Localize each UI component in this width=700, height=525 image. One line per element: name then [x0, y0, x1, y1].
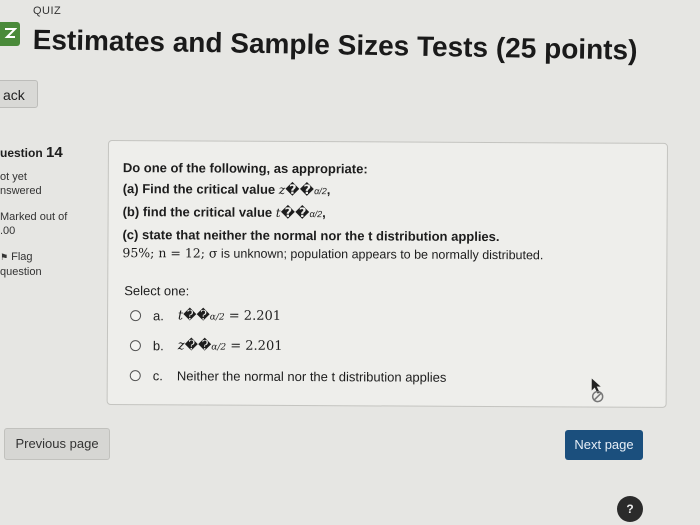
mouse-cursor-icon	[591, 378, 604, 403]
page-header: QUIZ Estimates and Sample Sizes Tests (2…	[0, 0, 700, 70]
question-card: Do one of the following, as appropriate:…	[106, 140, 668, 408]
radio-option-a[interactable]	[130, 310, 142, 322]
page-title: Estimates and Sample Sizes Tests (25 poi…	[32, 24, 638, 66]
previous-page-button[interactable]: Previous page	[4, 428, 110, 460]
prompt-intro: Do one of the following, as appropriate:	[122, 160, 368, 177]
question-condition: 95%; n = 12; σ is unknown; population ap…	[122, 245, 544, 263]
select-one-label: Select one:	[124, 283, 190, 299]
prompt-part-a: (a) Find the critical value z��α/2,	[122, 181, 331, 198]
option-b[interactable]: b. z��α/2 = 2.201	[129, 338, 283, 354]
flag-question-link[interactable]: ⚑ Flag question	[0, 250, 60, 280]
prompt-part-c: (c) state that neither the normal nor th…	[122, 227, 500, 245]
radio-option-b[interactable]	[129, 340, 141, 352]
question-prompt: Do one of the following, as appropriate:…	[122, 157, 500, 247]
flag-icon: ⚑	[0, 252, 9, 262]
back-button[interactable]: ack	[0, 80, 38, 108]
option-c[interactable]: c. Neither the normal nor the t distribu…	[129, 368, 447, 385]
radio-option-c[interactable]	[129, 370, 141, 382]
next-page-button[interactable]: Next page	[565, 430, 643, 460]
question-number: uestion 14	[0, 144, 63, 161]
checkmark-icon	[4, 28, 17, 38]
quiz-badge	[0, 22, 20, 46]
question-marks: Marked out of .00	[0, 211, 68, 237]
question-status: ot yet nswered	[0, 171, 42, 197]
prompt-part-b: (b) find the critical value t��α/2,	[122, 204, 326, 221]
quiz-label: QUIZ	[33, 5, 62, 17]
option-a[interactable]: a. t��α/2 = 2.201	[130, 308, 281, 324]
help-button[interactable]: ?	[617, 496, 643, 522]
